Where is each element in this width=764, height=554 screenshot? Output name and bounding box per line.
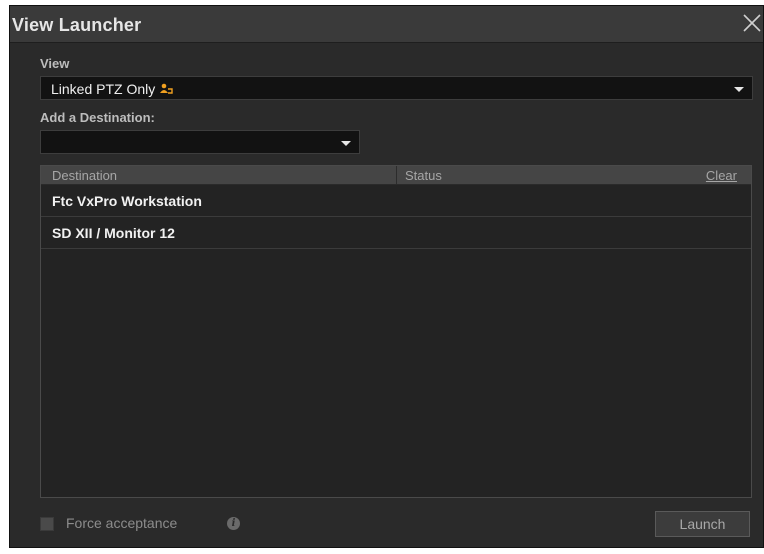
destination-table: Destination Status Clear Ftc VxPro Works… (40, 165, 752, 498)
close-icon[interactable] (741, 12, 763, 34)
table-row[interactable]: SD XII / Monitor 12 (41, 217, 751, 249)
view-label: View (40, 56, 70, 71)
launch-button[interactable]: Launch (655, 511, 750, 537)
view-selected-text: Linked PTZ Only (51, 81, 156, 97)
clear-link[interactable]: Clear (706, 168, 737, 183)
destination-select[interactable] (40, 130, 360, 154)
chevron-down-icon (341, 141, 351, 146)
info-icon[interactable]: i (227, 517, 240, 530)
destination-label: Add a Destination: (40, 110, 155, 125)
ptz-linked-icon (159, 82, 173, 98)
force-acceptance-label: Force acceptance (66, 515, 178, 531)
dialog-title: View Launcher (12, 15, 142, 35)
column-divider (396, 166, 397, 184)
view-launcher-dialog: View Launcher View Linked PTZ Only Add a… (9, 5, 764, 548)
column-header-destination[interactable]: Destination (52, 168, 117, 183)
title-bar: View Launcher (10, 6, 763, 43)
chevron-down-icon (734, 87, 744, 92)
row-destination: Ftc VxPro Workstation (52, 193, 202, 209)
table-row[interactable]: Ftc VxPro Workstation (41, 185, 751, 217)
view-select-value: Linked PTZ Only (51, 81, 173, 98)
force-acceptance-checkbox[interactable] (40, 517, 54, 531)
view-select[interactable]: Linked PTZ Only (40, 76, 753, 100)
column-header-status[interactable]: Status (405, 168, 442, 183)
table-header: Destination Status Clear (41, 166, 751, 185)
row-destination: SD XII / Monitor 12 (52, 225, 175, 241)
